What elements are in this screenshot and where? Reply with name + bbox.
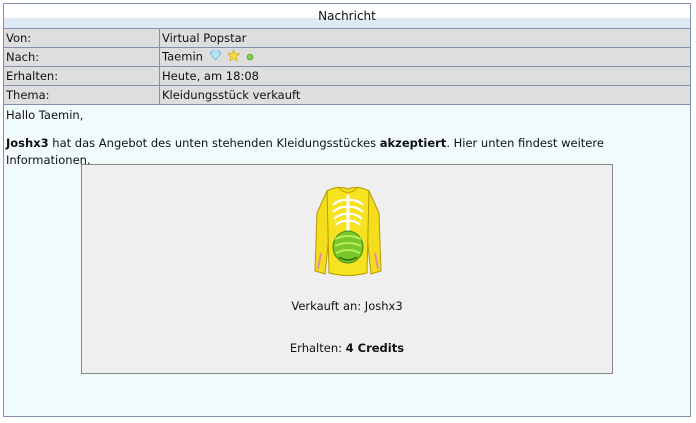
meta-row-to: Nach: Taemin xyxy=(4,47,690,67)
message-text-part1: hat das Angebot des unten stehenden Klei… xyxy=(48,136,380,150)
message-window: Nachricht Von: Virtual Popstar Nach: Tae… xyxy=(3,3,691,417)
accepted-word: akzeptiert xyxy=(379,136,447,150)
subject-label: Thema: xyxy=(4,85,160,105)
to-label: Nach: xyxy=(4,47,160,67)
received-value: Heute, am 18:08 xyxy=(159,66,690,86)
sold-to-text: Verkauft an: Joshx3 xyxy=(291,299,403,313)
meta-row-from: Von: Virtual Popstar xyxy=(4,29,690,48)
meta-row-received: Erhalten: Heute, am 18:08 xyxy=(4,66,690,86)
message-title: Nachricht xyxy=(4,4,690,29)
received-credits-value: 4 Credits xyxy=(345,341,405,355)
from-value[interactable]: Virtual Popstar xyxy=(159,29,690,48)
meta-row-subject: Thema: Kleidungsstück verkauft xyxy=(4,85,690,105)
received-label: Erhalten: xyxy=(4,66,160,86)
buyer-name[interactable]: Joshx3 xyxy=(6,136,49,150)
subject-value: Kleidungsstück verkauft xyxy=(159,85,690,105)
message-header-table: Von: Virtual Popstar Nach: Taemin Erhalt… xyxy=(4,29,690,105)
message-body: Hallo Taemin, Joshx3 hat das Angebot des… xyxy=(4,105,690,169)
yellow-skeleton-shirt-image xyxy=(313,183,383,284)
received-credits-text: Erhalten: 4 Credits xyxy=(82,341,612,355)
to-cell: Taemin xyxy=(159,47,690,67)
greeting: Hallo Taemin, xyxy=(6,108,84,122)
to-value[interactable]: Taemin xyxy=(162,50,203,64)
item-box: Verkauft an: Joshx3 Erhalten: 4 Credits xyxy=(81,164,613,374)
diamond-icon xyxy=(209,49,222,64)
from-label: Von: xyxy=(4,29,160,48)
green-dot-icon xyxy=(246,50,254,64)
star-icon xyxy=(226,48,241,65)
received-credits-label: Erhalten: xyxy=(289,341,346,355)
